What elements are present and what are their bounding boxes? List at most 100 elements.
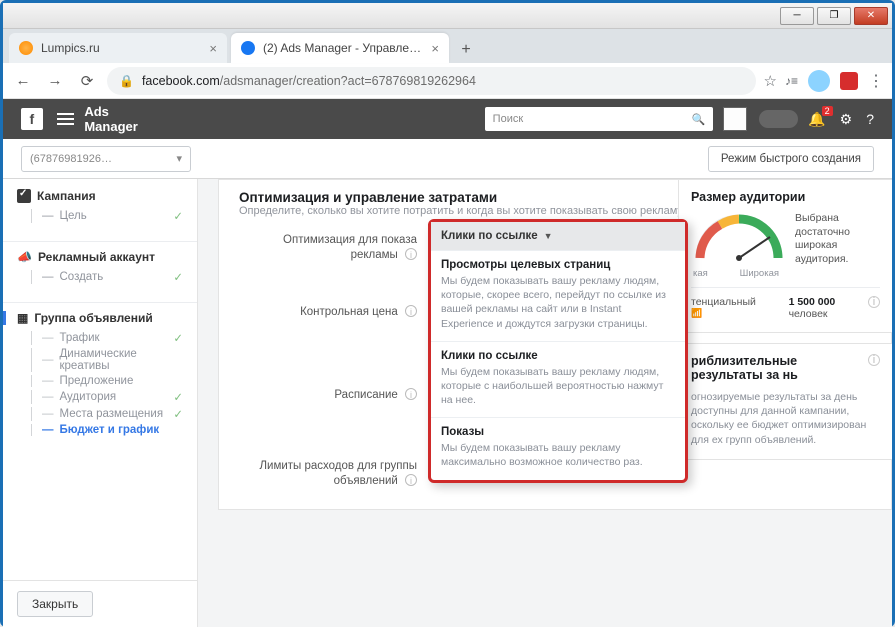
- facebook-logo-icon[interactable]: f: [21, 108, 43, 130]
- close-button[interactable]: Закрыть: [17, 591, 93, 617]
- label-bid-price: Контрольная цена i: [239, 305, 429, 320]
- sidebar-label: Кампания: [37, 189, 96, 203]
- user-thumbnail[interactable]: [723, 107, 747, 131]
- media-control-icon[interactable]: ♪≡: [785, 74, 798, 88]
- info-icon[interactable]: i: [868, 296, 880, 308]
- gauge-label-wide: Широкая: [740, 268, 779, 279]
- sidebar-item-traffic[interactable]: —Трафик✓: [31, 331, 183, 345]
- sidebar-item-offer[interactable]: —Предложение: [31, 375, 183, 387]
- bookmark-star-icon[interactable]: ☆: [764, 72, 777, 90]
- notification-badge: 2: [822, 106, 833, 116]
- info-icon[interactable]: i: [405, 388, 417, 400]
- account-bar: (67876981926… ▾ Режим быстрого создания: [3, 139, 892, 179]
- option-title: Клики по ссылке: [441, 350, 675, 362]
- nav-back-button[interactable]: ←: [11, 69, 35, 93]
- search-placeholder: Поиск: [493, 113, 523, 125]
- option-desc: Мы будем показывать вашу рекламу людям, …: [441, 365, 675, 408]
- creation-sidebar: Кампания — Цель ✓ 📣 Рекламный аккаунт — …: [3, 179, 198, 627]
- sidebar-section-adaccount[interactable]: 📣 Рекламный аккаунт: [17, 250, 183, 264]
- nav-forward-button[interactable]: →: [43, 69, 67, 93]
- nav-reload-button[interactable]: ⟳: [75, 69, 99, 93]
- browser-tabstrip: Lumpics.ru × (2) Ads Manager - Управлени…: [3, 29, 892, 63]
- optimization-dropdown[interactable]: Клики по ссылке ▼ Просмотры целевых стра…: [428, 219, 688, 483]
- info-icon[interactable]: i: [405, 474, 417, 486]
- tab-title: Lumpics.ru: [41, 41, 100, 55]
- label-spend-limits: Лимиты расходов для группы объявлений i: [239, 459, 429, 489]
- search-icon: 🔍: [691, 113, 705, 126]
- option-desc: Мы будем показывать вашу рекламу максима…: [441, 441, 675, 469]
- settings-gear-icon[interactable]: ⚙: [840, 111, 853, 128]
- help-icon[interactable]: ?: [866, 111, 874, 127]
- tab-title: (2) Ads Manager - Управление р: [263, 41, 423, 55]
- gauge-icon: [694, 212, 784, 264]
- checked-icon: [17, 189, 31, 203]
- audience-size-panel: Размер аудитории: [678, 179, 892, 333]
- check-icon: ✓: [173, 390, 183, 404]
- browser-tab-adsmanager[interactable]: (2) Ads Manager - Управление р ×: [231, 33, 449, 63]
- address-bar[interactable]: 🔒 facebook.com /adsmanager/creation?act=…: [107, 67, 756, 95]
- sidebar-item-placements[interactable]: —Места размещения✓: [31, 407, 183, 421]
- browser-menu-button[interactable]: ⋮: [868, 71, 884, 91]
- new-tab-button[interactable]: +: [453, 37, 479, 63]
- sidebar-item-goal[interactable]: — Цель ✓: [31, 209, 183, 223]
- check-icon: ✓: [173, 270, 183, 284]
- dropdown-option-linkclicks[interactable]: Клики по ссылке Мы будем показывать вашу…: [431, 341, 685, 418]
- label-optimization: Оптимизация для показа рекламы i: [239, 233, 429, 263]
- dropdown-selected[interactable]: Клики по ссылке ▼: [431, 222, 685, 250]
- sidebar-item-budget-schedule[interactable]: —Бюджет и график: [31, 424, 183, 436]
- label-schedule: Расписание i: [239, 388, 429, 403]
- browser-tab-lumpics[interactable]: Lumpics.ru ×: [9, 33, 227, 63]
- selected-label: Клики по ссылке: [441, 230, 538, 242]
- reach-value: 1 500 000: [789, 296, 836, 308]
- window-minimize-button[interactable]: ─: [780, 7, 814, 25]
- tab-close-icon[interactable]: ×: [431, 41, 439, 56]
- info-icon[interactable]: i: [405, 248, 417, 260]
- favicon-lumpics-icon: [19, 41, 33, 55]
- user-name-pill[interactable]: [759, 110, 798, 128]
- lock-icon: 🔒: [119, 74, 134, 88]
- ad-account-selector[interactable]: (67876981926… ▾: [21, 146, 191, 172]
- check-icon: ✓: [173, 209, 183, 223]
- dropdown-option-impressions[interactable]: Показы Мы будем показывать вашу рекламу …: [431, 417, 685, 479]
- check-icon: ✓: [173, 331, 183, 345]
- info-icon[interactable]: i: [405, 305, 417, 317]
- sidebar-section-campaign[interactable]: Кампания: [17, 189, 183, 203]
- quick-creation-mode-button[interactable]: Режим быстрого создания: [708, 146, 874, 172]
- check-icon: ✓: [173, 407, 183, 421]
- reach-label: тенциальный: [691, 296, 756, 308]
- hamburger-menu-icon[interactable]: [57, 113, 75, 125]
- caret-down-icon: ▼: [544, 231, 553, 241]
- app-title: Ads Manager: [84, 104, 164, 134]
- app-topbar: f Ads Manager Поиск 🔍 🔔2 ⚙ ?: [3, 99, 892, 139]
- url-domain: facebook.com: [142, 74, 220, 88]
- browser-toolbar: ← → ⟳ 🔒 facebook.com /adsmanager/creatio…: [3, 63, 892, 99]
- estimated-results-panel: i риблизительные результаты за нь огнози…: [678, 343, 892, 460]
- grid-icon: ▦: [17, 311, 28, 325]
- extension-ublock-icon[interactable]: [840, 72, 858, 90]
- right-column: Размер аудитории: [678, 179, 892, 470]
- sidebar-section-adset[interactable]: ▦ Группа объявлений: [3, 311, 183, 325]
- window-close-button[interactable]: ✕: [854, 7, 888, 25]
- option-desc: Мы будем показывать вашу рекламу людям, …: [441, 274, 675, 331]
- sidebar-item-create[interactable]: — Создать ✓: [31, 270, 183, 284]
- audience-desc: Выбрана достаточно широкая аудитория.: [795, 212, 880, 267]
- favicon-facebook-icon: [241, 41, 255, 55]
- window-titlebar: ─ ❐ ✕: [3, 3, 892, 29]
- sidebar-item-audience[interactable]: —Аудитория✓: [31, 390, 183, 404]
- panel-title: Размер аудитории: [691, 190, 880, 204]
- reach-unit: человек: [789, 308, 836, 320]
- caret-down-icon: ▾: [176, 152, 182, 165]
- dropdown-option-lpviews[interactable]: Просмотры целевых страниц Мы будем показ…: [431, 250, 685, 341]
- notifications-bell-icon[interactable]: 🔔2: [808, 111, 825, 128]
- window-maximize-button[interactable]: ❐: [817, 7, 851, 25]
- gauge-label-narrow: кая: [693, 268, 708, 279]
- account-label: (67876981926…: [30, 153, 112, 165]
- tab-close-icon[interactable]: ×: [209, 41, 217, 56]
- info-icon[interactable]: i: [868, 354, 880, 366]
- profile-avatar-icon[interactable]: [808, 70, 830, 92]
- global-search-input[interactable]: Поиск 🔍: [485, 107, 714, 131]
- sidebar-item-dynamic[interactable]: —Динамические креативы: [31, 348, 183, 372]
- megaphone-icon: 📣: [17, 250, 32, 264]
- panel-title: риблизительные результаты за нь: [691, 354, 880, 382]
- option-title: Просмотры целевых страниц: [441, 259, 675, 271]
